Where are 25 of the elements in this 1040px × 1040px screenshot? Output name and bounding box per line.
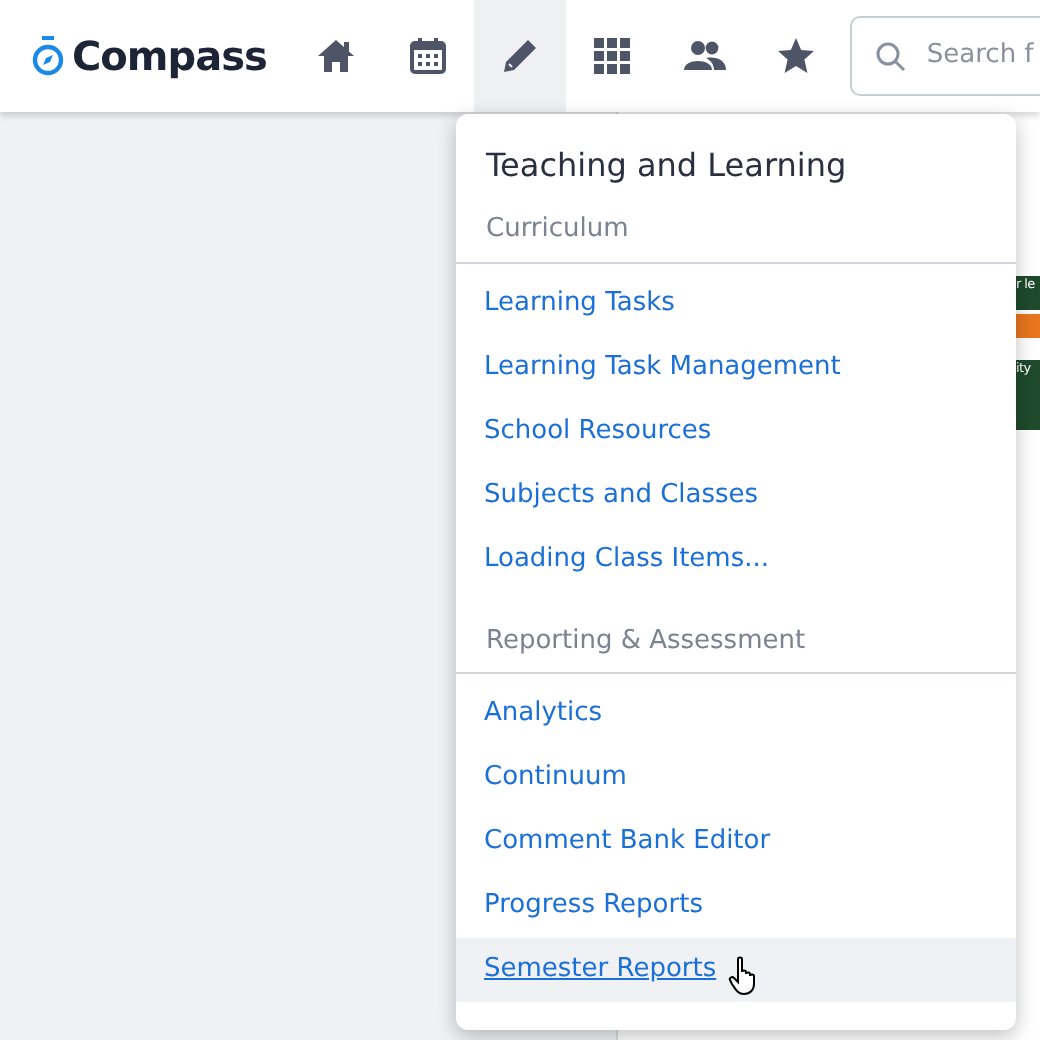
menu-link[interactable]: Loading Class Items...: [456, 527, 1016, 591]
section-heading: Curriculum: [456, 210, 1016, 263]
section-heading: Reporting & Assessment: [456, 621, 1016, 674]
search-field[interactable]: Search f: [850, 16, 1040, 96]
calendar-icon: [407, 36, 450, 76]
brand-name[interactable]: Compass: [72, 26, 267, 86]
menu-link[interactable]: School Resources: [456, 399, 1016, 463]
people-icon: [683, 36, 726, 76]
menu-link[interactable]: Continuum: [456, 746, 1016, 810]
home-icon: [315, 36, 358, 76]
menu-link[interactable]: Semester Reports: [456, 938, 1016, 1002]
menu-link[interactable]: Comment Bank Editor: [456, 810, 1016, 874]
pencil-icon: [499, 36, 542, 76]
star-icon: [775, 36, 818, 76]
menu-link[interactable]: Progress Reports: [456, 874, 1016, 938]
menu-link[interactable]: Subjects and Classes: [456, 463, 1016, 527]
menu-link[interactable]: Analytics: [456, 682, 1016, 746]
compass-logo-icon: [32, 36, 64, 76]
search-input: Search f: [926, 36, 1040, 76]
search-icon: [876, 41, 907, 71]
menu-link[interactable]: Learning Task Management: [456, 335, 1016, 399]
menu-link[interactable]: Learning Tasks: [456, 271, 1016, 335]
menu-title: Teaching and Learning: [484, 144, 849, 188]
grid-icon: [591, 36, 634, 76]
nav-button[interactable]: [474, 0, 567, 112]
